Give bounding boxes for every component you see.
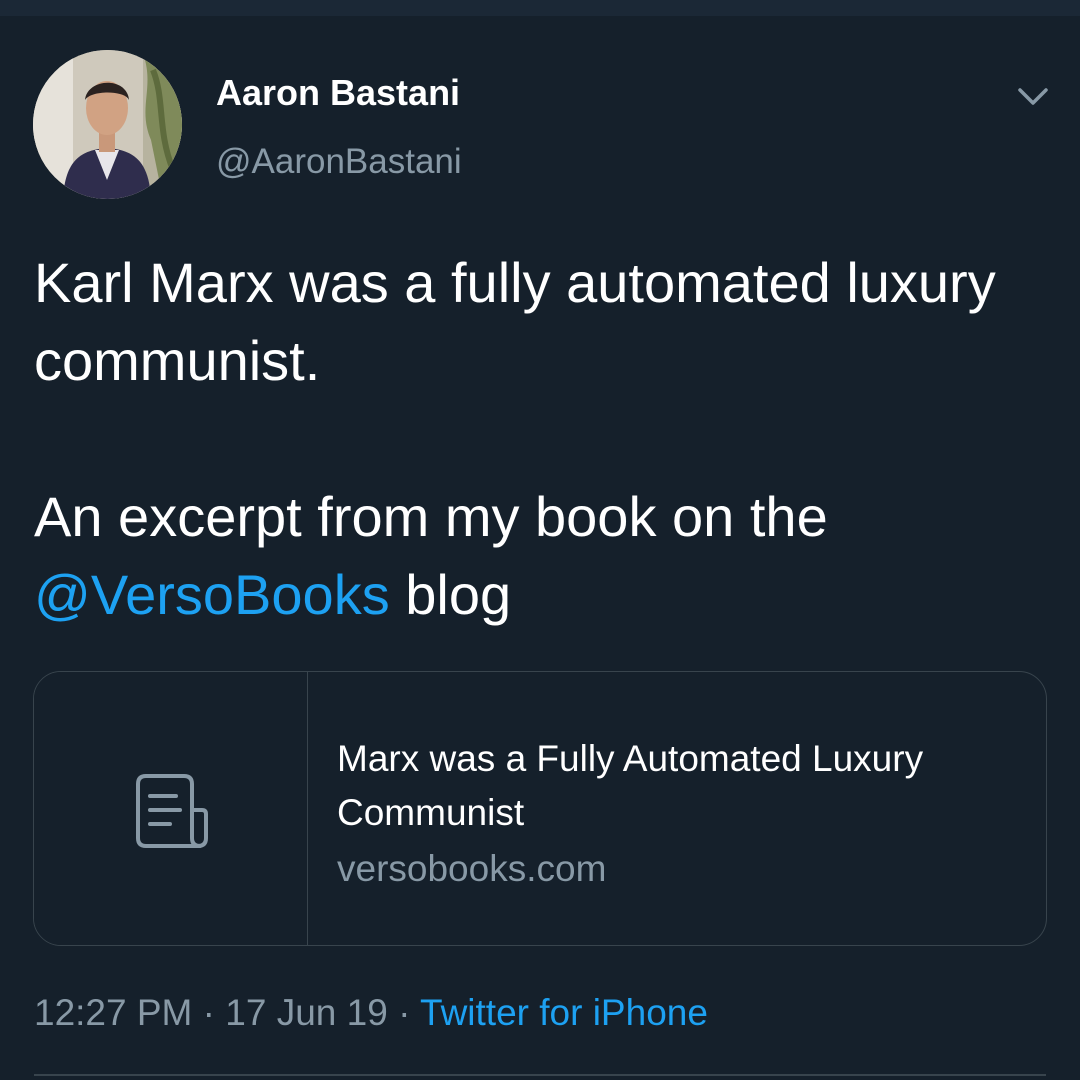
avatar-photo	[33, 50, 182, 199]
card-body: Marx was a Fully Automated Luxury Commun…	[337, 732, 1017, 896]
top-strip	[0, 0, 1080, 16]
tweet-text-prefix: An excerpt from my book on the	[34, 485, 828, 548]
tweet-source-link[interactable]: Twitter for iPhone	[420, 992, 708, 1033]
document-icon	[136, 774, 208, 848]
tweet-time: 12:27 PM	[34, 992, 193, 1033]
chevron-down-icon[interactable]	[1012, 76, 1054, 118]
tweet-meta: 12:27 PM · 17 Jun 19 · Twitter for iPhon…	[34, 992, 708, 1034]
meta-separator: ·	[387, 992, 421, 1033]
user-handle[interactable]: @AaronBastani	[216, 142, 462, 182]
mention-link[interactable]: @VersoBooks	[34, 563, 390, 626]
tweet-text-line2: An excerpt from my book on the @VersoBook…	[34, 478, 1044, 634]
display-name[interactable]: Aaron Bastani	[216, 72, 460, 114]
tweet-date: 17 Jun 19	[225, 992, 388, 1033]
card-title: Marx was a Fully Automated Luxury Commun…	[337, 738, 924, 833]
card-domain: versobooks.com	[337, 848, 607, 889]
tweet-text: Karl Marx was a fully automated luxury c…	[34, 244, 1044, 634]
card-thumbnail	[34, 672, 308, 945]
tweet: Aaron Bastani @AaronBastani Karl Marx wa…	[0, 16, 1080, 1080]
meta-separator: ·	[192, 992, 226, 1033]
avatar[interactable]	[33, 50, 182, 199]
tweet-text-suffix: blog	[389, 563, 512, 626]
tweet-text-line1: Karl Marx was a fully automated luxury c…	[34, 251, 996, 392]
link-card[interactable]: Marx was a Fully Automated Luxury Commun…	[33, 671, 1047, 946]
divider	[34, 1074, 1046, 1076]
